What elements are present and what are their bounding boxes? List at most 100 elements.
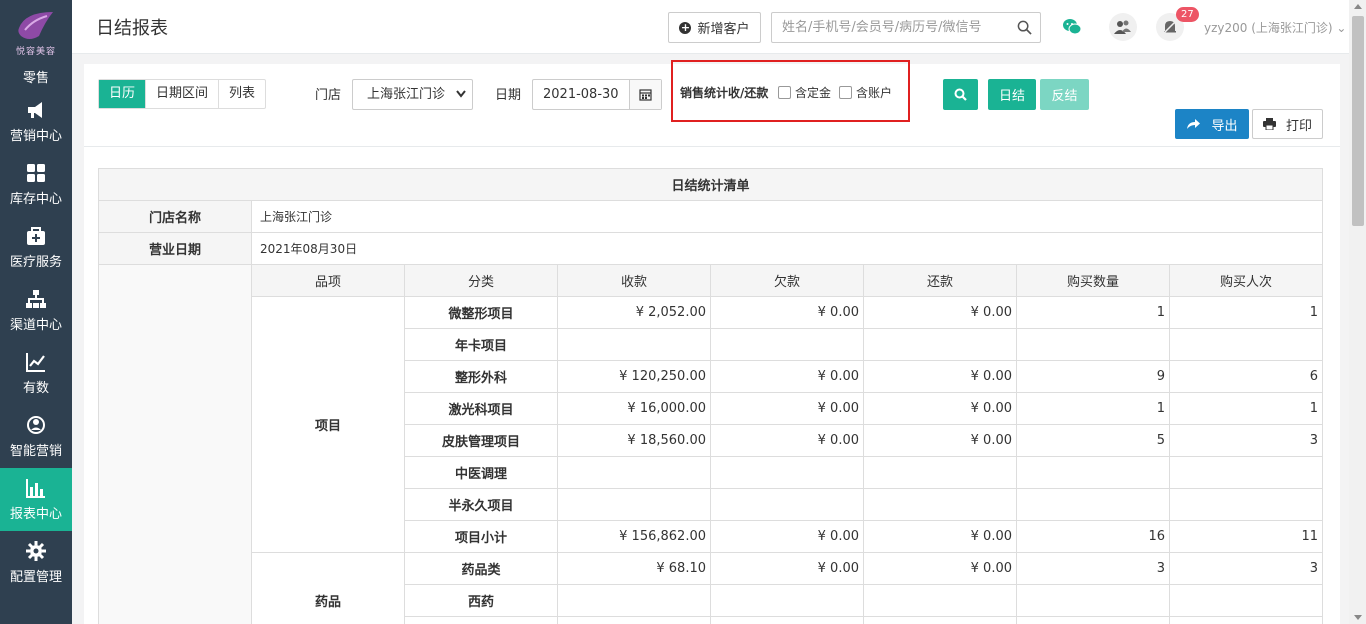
qty-cell: 9 [1016,360,1170,393]
line-chart-icon [25,351,47,377]
share-icon [1187,119,1201,129]
recv-cell: ¥ 2,052.00 [557,296,711,329]
query-button[interactable] [943,79,978,110]
view-tabs: 日历 日期区间 列表 [98,79,267,109]
users-icon[interactable] [1109,13,1137,41]
wechat-icon[interactable] [1058,13,1086,41]
date-input[interactable]: 2021-08-30 [532,79,662,110]
divider [84,146,1340,147]
times-cell [1168,328,1324,361]
print-button[interactable]: 打印 [1252,109,1323,139]
search-icon[interactable] [1017,20,1032,35]
medkit-icon [25,225,47,251]
tab-calendar[interactable]: 日历 [99,80,147,108]
new-customer-button[interactable]: + 新增客户 [668,12,761,43]
category-cell: 药品类 [404,552,558,585]
gear-icon [25,540,47,566]
include-account-checkbox[interactable]: 含账户 [839,84,892,101]
scroll-down-icon[interactable] [1354,615,1362,620]
times-cell [1168,488,1324,521]
sidebar-item-grid[interactable]: 库存中心 [0,153,72,216]
repay-cell [863,456,1017,489]
plus-icon: + [679,20,692,34]
sidebar-item-bar-chart[interactable]: 报表中心 [0,468,72,531]
settle-button[interactable]: 日结 [988,79,1036,110]
calendar-icon[interactable] [629,80,661,109]
tab-list[interactable]: 列表 [219,80,265,108]
recv-cell: ¥ 16,000.00 [557,392,711,425]
recv-cell [557,456,711,489]
store-name-value: 上海张江门诊 [250,200,1324,233]
category-cell: 激光科项目 [404,392,558,425]
tab-date-range[interactable]: 日期区间 [146,80,220,108]
user-menu[interactable]: yzy200 (上海张江门诊) ⌄ [1204,19,1346,36]
sitemap-icon [25,288,47,314]
repay-cell [863,488,1017,521]
page-scrollbar[interactable] [1349,0,1366,624]
business-date-value: 2021年08月30日 [250,232,1324,265]
sidebar-item-label: 医疗服务 [9,255,62,270]
owe-cell: ¥ 0.00 [710,552,864,585]
qty-cell [1016,456,1170,489]
store-select-value: 上海张江门诊 [367,87,446,102]
grid-icon [25,162,47,188]
recv-cell [557,328,711,361]
search-input[interactable] [772,13,1002,42]
scroll-up-icon[interactable] [1354,4,1362,9]
sidebar-item-label: 智能营销 [9,444,62,459]
unsettle-button[interactable]: 反结 [1040,79,1089,110]
search-icon [954,88,967,101]
megaphone-icon [25,99,47,125]
top-header: 日结报表 + 新增客户 27 yzy200 (上海张江门诊) ⌄ [72,0,1366,54]
category-cell: 年卡项目 [404,328,558,361]
item-group-cell: 药品 [251,552,405,624]
owe-cell [710,616,864,624]
report-panel: 日历 日期区间 列表 门店 上海张江门诊 日期 2021-08-30 销售统计收… [84,60,1340,624]
export-button[interactable]: 导出 [1175,109,1249,139]
owe-cell [710,584,864,617]
sidebar-item-sitemap[interactable]: 渠道中心 [0,279,72,342]
sidebar-item-line-chart[interactable]: 有数 [0,342,72,405]
repay-cell [863,584,1017,617]
page-title: 日结报表 [96,18,168,39]
checkbox-box[interactable] [778,86,791,99]
table-row: 项目 微整形项目 ¥ 2,052.00 ¥ 0.00 ¥ 0.00 1 1 [99,296,1324,553]
sidebar-item-label: 有数 [22,381,49,396]
sidebar-item-medkit[interactable]: 医疗服务 [0,216,72,279]
store-select[interactable]: 上海张江门诊 [352,79,473,110]
column-header: 购买数量 [1016,264,1170,297]
item-group-cell: 项目 [251,296,405,553]
date-label: 日期 [495,88,522,103]
logo: 悦容美容 零售 [0,0,72,90]
qty-cell [1016,328,1170,361]
qty-cell: 1 [1016,296,1170,329]
owe-cell: ¥ 0.00 [710,392,864,425]
category-cell: 项目小计 [404,520,558,553]
user-name: yzy200 (上海张江门诊) [1204,21,1333,35]
sidebar-item-label: 报表中心 [9,507,62,522]
column-header: 欠款 [710,264,864,297]
owe-cell: ¥ 0.00 [710,296,864,329]
owe-cell: ¥ 0.00 [710,424,864,457]
blank-cell [98,264,252,624]
store-label: 门店 [315,88,342,103]
scroll-thumb[interactable] [1352,16,1364,226]
repay-cell: ¥ 0.00 [863,296,1017,329]
checkbox-box[interactable] [839,86,852,99]
business-date-key: 营业日期 [98,232,252,265]
sidebar-item-gear[interactable]: 配置管理 [0,531,72,594]
times-cell: 3 [1168,552,1324,585]
table-caption: 日结统计清单 [97,168,1324,201]
times-cell: 1 [1168,296,1324,329]
owe-cell [710,488,864,521]
owe-cell [710,328,864,361]
category-cell: 皮肤管理项目 [404,424,558,457]
search-box [771,12,1041,43]
include-deposit-checkbox[interactable]: 含定金 [778,84,831,101]
chevron-down-icon [456,90,466,98]
sidebar-item-brain[interactable]: 智能营销 [0,405,72,468]
new-customer-label: 新增客户 [697,22,750,37]
sidebar-item-retail[interactable]: 零售 [23,67,49,86]
sidebar-item-megaphone[interactable]: 营销中心 [0,90,72,153]
daily-settlement-table: 日结统计清单 门店名称 上海张江门诊 营业日期 2021年08月30日 品项 分类… [97,168,1324,624]
